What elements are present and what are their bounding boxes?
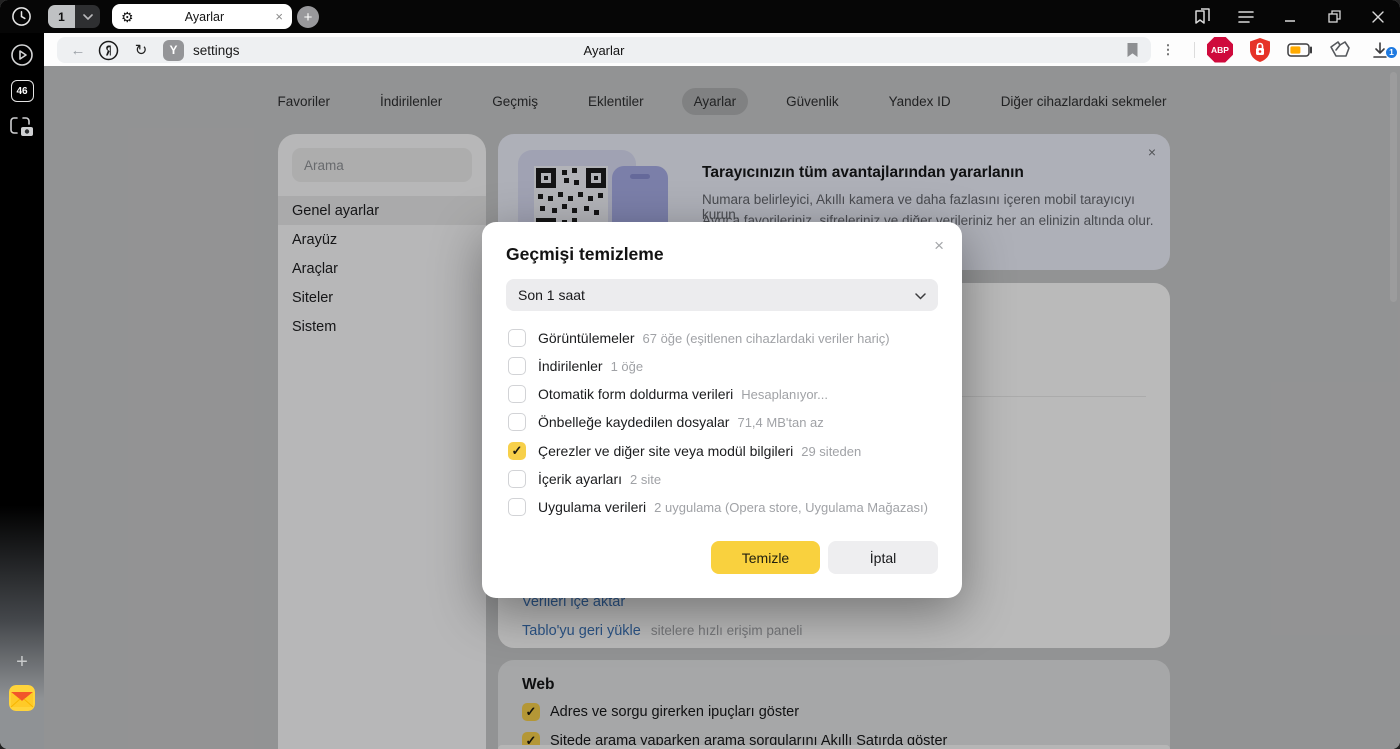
downloads-icon[interactable]: 1 [1360,41,1400,59]
tab-title: Ayarlar [134,10,276,24]
row-label: İndirilenler [538,358,603,374]
tab-counter-badge[interactable]: 46 [0,80,44,102]
bookmark-icon[interactable] [1126,42,1139,58]
row-label: Otomatik form doldurma verileri [538,386,733,402]
close-tab-icon[interactable]: × [275,9,283,24]
row-detail: 29 siteden [801,444,861,459]
row-detail: 71,4 MB'tan az [737,415,823,430]
protect-shield-icon[interactable] [1240,37,1280,63]
yandex-mail-icon[interactable] [0,685,44,711]
settings-page: Favoriler İndirilenler Geçmiş Eklentiler… [44,66,1400,749]
dialog-close-icon[interactable]: × [934,236,944,256]
close-window-button[interactable] [1356,0,1400,33]
bookmarks-panel-icon[interactable] [1180,0,1224,33]
tab-bar: 1 ⚙ Ayarlar × + [0,0,1400,33]
new-tab-button[interactable]: + [297,6,319,28]
row-label: İçerik ayarları [538,471,622,487]
restore-button[interactable] [1312,0,1356,33]
row-label: Görüntülemeler [538,330,635,346]
omnibox[interactable]: ← ↻ Y settings Ayarlar [57,37,1151,63]
url-text[interactable]: settings [193,43,240,58]
toolbar-divider [1194,42,1195,58]
row-detail: 1 öğe [611,359,644,374]
clear-button[interactable]: Temizle [711,541,820,574]
cancel-button[interactable]: İptal [828,541,938,574]
row-detail: Hesaplanıyor... [741,387,828,402]
time-range-value: Son 1 saat [518,287,585,303]
dialog-title: Geçmişi temizleme [506,244,664,265]
checkbox-uygulama-verileri[interactable] [508,498,526,516]
time-range-select[interactable]: Son 1 saat [506,279,938,311]
row-detail: 67 öğe (eşitlenen cihazlardaki veriler h… [643,331,890,346]
chevron-down-icon[interactable] [75,5,100,28]
row-detail: 2 site [630,472,661,487]
adblock-extension-icon[interactable]: ABP [1200,37,1240,63]
reload-icon[interactable]: ↻ [131,41,151,59]
back-icon[interactable]: ← [67,42,89,59]
address-bar-row: ← ↻ Y settings Ayarlar ⋮ ABP 1 [44,33,1400,66]
site-favicon: Y [163,40,184,61]
checkbox-form-verileri[interactable] [508,385,526,403]
checkbox-goruntulemeler[interactable] [508,329,526,347]
select-chevron-icon [915,287,926,303]
checkbox-icerik-ayarlari[interactable] [508,470,526,488]
settings-gear-icon: ⚙ [121,10,134,24]
browser-window: 1 ⚙ Ayarlar × + ← ↻ Y settings Ayarlar [0,0,1400,749]
checkbox-cerezler[interactable] [508,442,526,460]
download-count-badge: 1 [1385,46,1398,59]
video-play-icon[interactable] [0,43,44,67]
extension-glove-icon[interactable] [1320,39,1360,61]
checkbox-indirilenler[interactable] [508,357,526,375]
yandex-services-icon[interactable] [98,40,119,61]
clear-history-dialog: Geçmişi temizleme × Son 1 saat Görüntüle… [482,222,962,598]
tab-counter-chip[interactable]: 1 [48,5,100,28]
minimize-button[interactable] [1268,0,1312,33]
menu-hamburger-icon[interactable] [1224,0,1268,33]
add-panel-icon[interactable]: + [0,651,44,674]
screenshot-icon[interactable] [0,115,44,139]
row-label: Uygulama verileri [538,499,646,515]
checkbox-onbellek[interactable] [508,413,526,431]
tab-count[interactable]: 1 [48,5,75,28]
row-label: Önbelleğe kaydedilen dosyalar [538,414,729,430]
side-rail: 46 + ••• [0,33,44,749]
omnibox-more-icon[interactable]: ⋮ [1148,42,1188,58]
battery-saver-icon[interactable] [1280,43,1320,57]
history-clock-icon[interactable] [11,6,32,27]
row-detail: 2 uygulama (Opera store, Uygulama Mağaza… [654,500,928,515]
active-tab[interactable]: ⚙ Ayarlar × [112,4,292,29]
row-label: Çerezler ve diğer site veya modül bilgil… [538,443,793,459]
